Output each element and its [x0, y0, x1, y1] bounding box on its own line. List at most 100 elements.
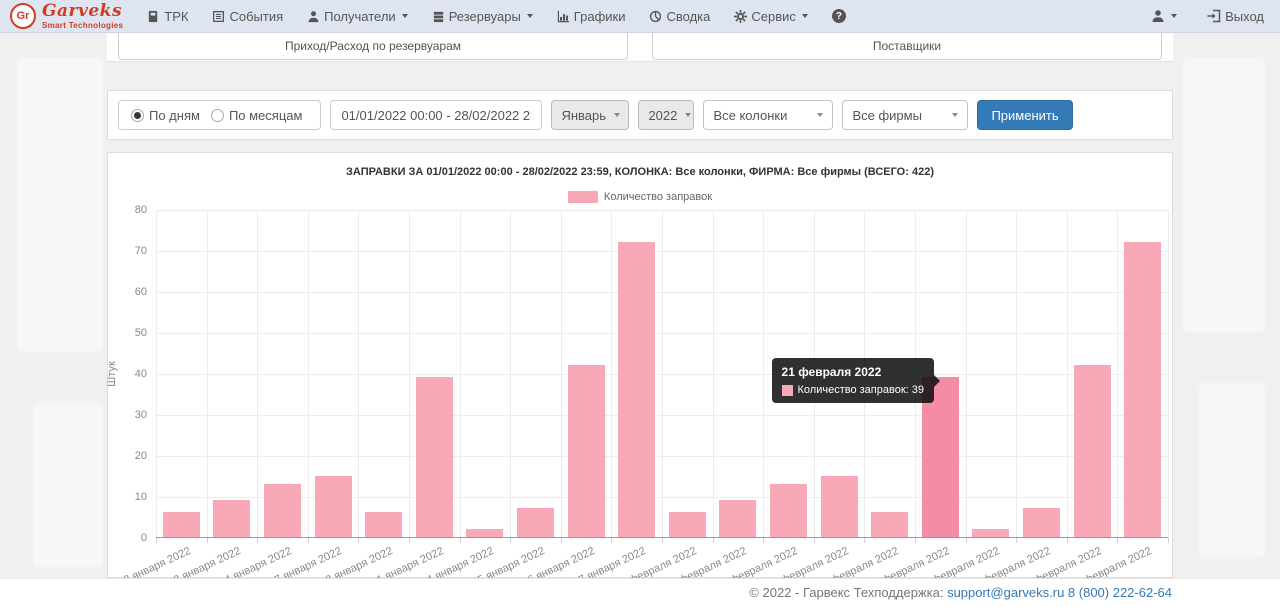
radio-by-days-label[interactable]: По дням [149, 108, 200, 123]
bar[interactable] [365, 512, 402, 537]
bar[interactable] [972, 529, 1009, 537]
tab-tank-inflow-outflow[interactable]: Приход/Расход по резервуарам [118, 33, 628, 60]
brand-name: Garveks [42, 3, 123, 20]
bar[interactable] [669, 512, 706, 537]
background-watermark [30, 400, 106, 570]
bar[interactable] [315, 476, 352, 538]
footer: © 2022 - Гарвекс Техподдержка: support@g… [0, 578, 1280, 607]
background-watermark [14, 55, 106, 355]
gridline [1168, 210, 1169, 537]
x-tick-mark [611, 538, 612, 543]
year-select[interactable]: 2022 [638, 100, 694, 130]
gridline [409, 210, 410, 537]
x-tick-mark [409, 538, 410, 543]
radio-by-months-label[interactable]: По месяцам [229, 108, 303, 123]
chart-tooltip: 21 февраля 2022 Количество заправок: 39 [772, 358, 934, 403]
footer-copyright: © 2022 - Гарвекс Техподдержка: [749, 585, 947, 600]
bar[interactable] [821, 476, 858, 538]
help-icon[interactable]: ? [832, 9, 846, 23]
bar[interactable] [568, 365, 605, 537]
bar-chart-icon [557, 10, 570, 23]
x-tick-mark [510, 538, 511, 543]
x-tick-mark [207, 538, 208, 543]
brand-circle-icon: Gr [10, 3, 36, 29]
x-tick-mark [814, 538, 815, 543]
tank-layers-icon [432, 10, 445, 23]
nav-item-charts[interactable]: Графики [557, 9, 626, 24]
month-select[interactable]: Январь [551, 100, 629, 130]
fuel-dispenser-icon [147, 10, 160, 23]
nav-menu: ТРК События Получатели Резервуары График… [147, 9, 846, 24]
tooltip-swatch [782, 385, 793, 396]
y-tick-label: 0 [141, 532, 147, 544]
date-range-input[interactable] [330, 100, 542, 130]
x-tick-mark [358, 538, 359, 543]
gridline [763, 210, 764, 537]
x-tick-mark [713, 538, 714, 543]
nav-item-trk[interactable]: ТРК [147, 9, 188, 24]
y-tick-label: 30 [135, 409, 147, 421]
chart-panel: ЗАПРАВКИ ЗА 01/01/2022 00:00 - 28/02/202… [107, 152, 1173, 578]
bar[interactable] [1124, 242, 1161, 537]
chevron-down-icon [817, 113, 823, 117]
bar[interactable] [163, 512, 200, 537]
bar[interactable] [1023, 508, 1060, 537]
logout-button[interactable]: Выход [1207, 9, 1264, 24]
tab-suppliers[interactable]: Поставщики [652, 33, 1162, 60]
nav-item-summary[interactable]: Сводка [649, 9, 710, 24]
x-tick-mark [1016, 538, 1017, 543]
gridline [257, 210, 258, 537]
tooltip-value: Количество заправок: 39 [798, 384, 924, 396]
support-email-link[interactable]: support@garveks.ru [947, 585, 1064, 600]
x-tick-mark [864, 538, 865, 543]
columns-select[interactable]: Все колонки [703, 100, 833, 130]
main-content: Приход/Расход по резервуарам Поставщики … [107, 33, 1173, 578]
gridline [713, 210, 714, 537]
x-tick-mark [460, 538, 461, 543]
radio-by-days[interactable] [131, 109, 144, 122]
gridline [1117, 210, 1118, 537]
x-tick-mark [915, 538, 916, 543]
bar[interactable] [871, 512, 908, 537]
x-tick-mark [308, 538, 309, 543]
gridline [308, 210, 309, 537]
firms-select[interactable]: Все фирмы [842, 100, 968, 130]
events-list-icon [212, 10, 225, 23]
y-tick-label: 70 [135, 245, 147, 257]
nav-item-reservoirs[interactable]: Резервуары [432, 9, 533, 24]
brand-logo[interactable]: Gr Garveks Smart Technologies [10, 3, 123, 30]
chevron-down-icon [952, 113, 958, 117]
y-tick-label: 10 [135, 491, 147, 503]
nav-item-service[interactable]: Сервис [734, 9, 808, 24]
bar[interactable] [1074, 365, 1111, 537]
bar[interactable] [213, 500, 250, 537]
nav-item-recipients[interactable]: Получатели [307, 9, 408, 24]
bar[interactable] [264, 484, 301, 537]
legend-swatch [568, 191, 598, 203]
chevron-down-icon [402, 14, 408, 18]
radio-by-months[interactable] [211, 109, 224, 122]
bar[interactable] [618, 242, 655, 537]
chart-title: ЗАПРАВКИ ЗА 01/01/2022 00:00 - 28/02/202… [108, 153, 1172, 178]
chart-legend[interactable]: Количество заправок [108, 191, 1172, 203]
bar[interactable] [466, 529, 503, 537]
bar[interactable] [517, 508, 554, 537]
chevron-down-icon [614, 113, 620, 117]
apply-button[interactable]: Применить [977, 100, 1072, 130]
plot-area: Штук 0102030405060708012 января 202213 я… [156, 210, 1168, 538]
gridline [1067, 210, 1068, 537]
brand-tagline: Smart Technologies [42, 22, 123, 30]
support-phone: 8 (800) 222-62-64 [1064, 585, 1172, 600]
gridline [358, 210, 359, 537]
bar[interactable] [770, 484, 807, 537]
y-tick-label: 40 [135, 368, 147, 380]
person-icon [307, 10, 320, 23]
user-menu[interactable] [1151, 9, 1177, 23]
bar[interactable] [719, 500, 756, 537]
nav-right: Выход [1151, 9, 1264, 24]
report-tabs: Приход/Расход по резервуарам Поставщики [107, 33, 1173, 62]
chevron-down-icon [802, 14, 808, 18]
nav-item-events[interactable]: События [212, 9, 283, 24]
bar[interactable] [416, 377, 453, 537]
x-tick-mark [257, 538, 258, 543]
